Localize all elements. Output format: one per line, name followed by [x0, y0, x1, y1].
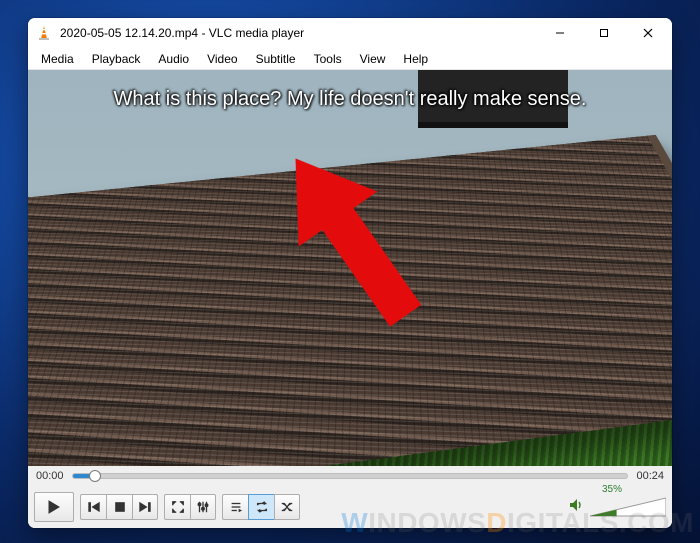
volume-label: 35%: [602, 484, 622, 495]
previous-button[interactable]: [80, 494, 106, 520]
speaker-icon[interactable]: [568, 497, 584, 518]
shuffle-button[interactable]: [274, 494, 300, 520]
menu-video[interactable]: Video: [198, 50, 246, 68]
time-current: 00:00: [36, 470, 64, 482]
seek-thumb[interactable]: [89, 470, 101, 482]
loop-button[interactable]: [248, 494, 274, 520]
time-duration: 00:24: [636, 470, 664, 482]
menu-tools[interactable]: Tools: [305, 50, 351, 68]
stop-button[interactable]: [106, 494, 132, 520]
extended-settings-button[interactable]: [190, 494, 216, 520]
nav-group: [80, 494, 158, 520]
menu-help[interactable]: Help: [394, 50, 437, 68]
window-title: 2020-05-05 12.14.20.mp4 - VLC media play…: [60, 26, 538, 40]
subtitle-text: What is this place? My life doesn't real…: [28, 88, 672, 111]
maximize-button[interactable]: [582, 18, 626, 48]
video-area[interactable]: What is this place? My life doesn't real…: [28, 70, 672, 466]
vlc-cone-icon: [36, 25, 52, 41]
window-controls: [538, 18, 670, 48]
playlist-group: [222, 494, 300, 520]
menu-subtitle[interactable]: Subtitle: [247, 50, 305, 68]
menu-playback[interactable]: Playback: [83, 50, 150, 68]
next-button[interactable]: [132, 494, 158, 520]
menu-media[interactable]: Media: [32, 50, 83, 68]
titlebar[interactable]: 2020-05-05 12.14.20.mp4 - VLC media play…: [28, 18, 672, 48]
playlist-button[interactable]: [222, 494, 248, 520]
volume-control: 35%: [568, 496, 666, 518]
close-button[interactable]: [626, 18, 670, 48]
fullscreen-button[interactable]: [164, 494, 190, 520]
view-group: [164, 494, 216, 520]
menu-audio[interactable]: Audio: [149, 50, 198, 68]
menubar: Media Playback Audio Video Subtitle Tool…: [28, 48, 672, 70]
controls-bar: 35%: [28, 486, 672, 528]
menu-view[interactable]: View: [351, 50, 395, 68]
minimize-button[interactable]: [538, 18, 582, 48]
seek-track[interactable]: [72, 473, 629, 479]
volume-slider[interactable]: [590, 496, 666, 518]
vlc-window: 2020-05-05 12.14.20.mp4 - VLC media play…: [28, 18, 672, 528]
seek-bar: 00:00 00:24: [28, 466, 672, 486]
play-button[interactable]: [34, 492, 74, 522]
